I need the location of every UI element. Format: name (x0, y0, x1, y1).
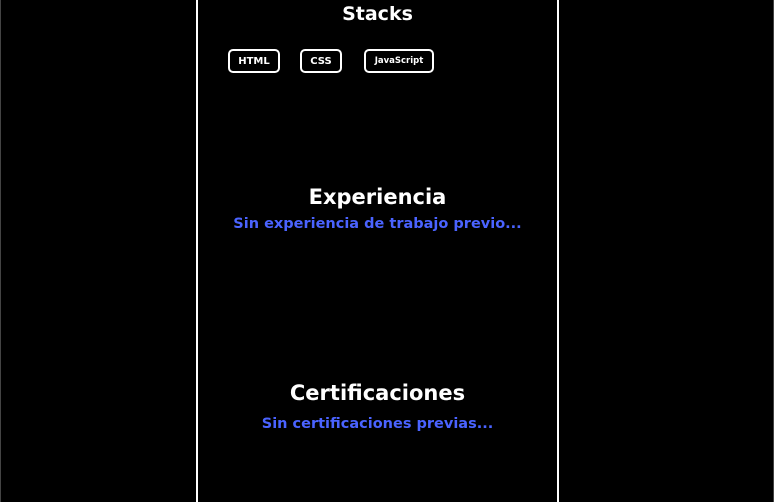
experience-note: Sin experiencia de trabajo previo... (233, 216, 522, 232)
page-edge-left (0, 0, 1, 502)
experience-title: Experiencia (308, 185, 447, 209)
stack-chip-css[interactable]: CSS (300, 49, 342, 73)
certifications-title: Certificaciones (289, 381, 466, 405)
certifications-note: Sin certificaciones previas... (261, 416, 494, 432)
content-panel: Stacks HTML CSS JavaScript Experiencia S… (196, 0, 559, 502)
stack-chip-html[interactable]: HTML (228, 49, 280, 73)
stacks-title: Stacks (342, 3, 413, 25)
stack-chip-javascript[interactable]: JavaScript (364, 49, 434, 73)
